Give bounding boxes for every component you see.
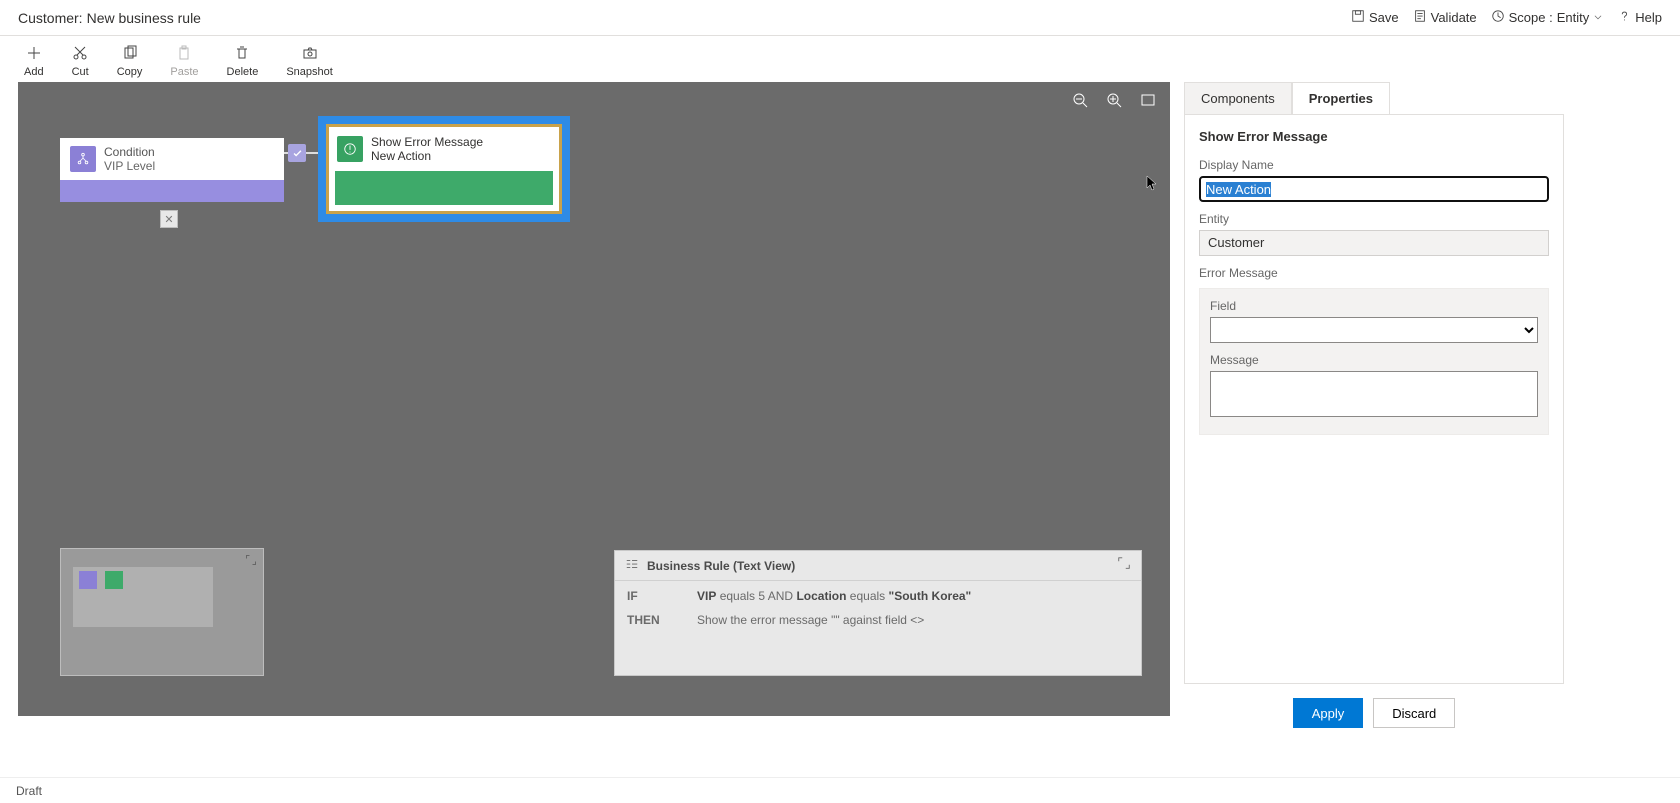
display-name-label: Display Name [1199,158,1549,172]
minimap-expand-button[interactable] [245,553,257,571]
minimap-action-node [105,571,123,589]
tab-properties[interactable]: Properties [1292,82,1390,114]
field-label: Field [1210,299,1538,313]
text-view-icon [625,557,639,574]
chevron-down-icon [1593,10,1603,25]
condition-icon [70,146,96,172]
scissors-icon [72,45,88,64]
right-panel: Components Properties Show Error Message… [1184,80,1564,777]
snapshot-button[interactable]: Snapshot [286,45,332,78]
title-prefix: Customer: [18,10,83,26]
help-label: Help [1635,10,1662,25]
toolbar: Add Cut Copy Paste Delete Snapshot [0,36,1680,80]
condition-title: Condition [104,145,155,159]
condition-false-branch-button[interactable]: ✕ [160,210,178,228]
text-view-title: Business Rule (Text View) [647,559,795,573]
header-bar: Customer: New business rule Save Validat… [0,0,1680,36]
then-action-text: Show the error message "" against field … [697,613,924,627]
then-keyword: THEN [627,613,667,627]
apply-button[interactable]: Apply [1293,698,1364,728]
add-button[interactable]: Add [24,45,44,78]
validate-label: Validate [1431,10,1477,25]
mouse-cursor-icon [1146,175,1158,196]
condition-node[interactable]: Condition VIP Level ✕ [60,138,284,202]
message-label: Message [1210,353,1538,367]
header-actions: Save Validate Scope : Entity Help [1351,9,1662,26]
paste-label: Paste [170,66,198,78]
add-label: Add [24,66,44,78]
scope-dropdown[interactable]: Scope : Entity [1491,9,1604,26]
status-text: Draft [16,784,42,798]
validate-icon [1413,9,1427,26]
condition-footer [60,180,284,202]
discard-button[interactable]: Discard [1373,698,1455,728]
copy-button[interactable]: Copy [117,45,143,78]
zoom-out-button[interactable] [1072,92,1088,113]
if-keyword: IF [627,589,667,603]
canvas[interactable]: Condition VIP Level ✕ Show Error Message… [18,82,1170,716]
page-title[interactable]: Customer: New business rule [18,10,205,26]
text-view-panel: Business Rule (Text View) IF VIP equals … [614,550,1142,676]
plus-icon [26,45,42,64]
copy-label: Copy [117,66,143,78]
error-message-section: Field Message [1199,288,1549,435]
text-view-expand-button[interactable] [1117,556,1131,575]
camera-icon [302,45,318,64]
workspace: Condition VIP Level ✕ Show Error Message… [0,80,1680,777]
validate-button[interactable]: Validate [1413,9,1477,26]
cut-button[interactable]: Cut [72,45,89,78]
properties-heading: Show Error Message [1199,129,1549,144]
entity-value: Customer [1199,230,1549,256]
minimap-condition-node [79,571,97,589]
trash-icon [234,45,250,64]
action-subtitle: New Action [371,149,483,163]
tab-components[interactable]: Components [1184,82,1292,114]
action-title: Show Error Message [371,135,483,149]
scope-label: Scope : [1509,10,1553,25]
copy-icon [122,45,138,64]
save-button[interactable]: Save [1351,9,1399,26]
display-name-input[interactable] [1199,176,1549,202]
cut-label: Cut [72,66,89,78]
status-bar: Draft [0,777,1680,803]
error-action-icon [337,136,363,162]
save-label: Save [1369,10,1399,25]
paste-button[interactable]: Paste [170,45,198,78]
delete-label: Delete [227,66,259,78]
panel-actions: Apply Discard [1184,698,1564,728]
message-textarea[interactable] [1210,371,1538,417]
title-name: New business rule [87,10,201,26]
error-message-label: Error Message [1199,266,1549,280]
canvas-controls [1072,92,1156,113]
field-dropdown[interactable] [1210,317,1538,343]
action-footer [335,171,553,205]
scope-icon [1491,9,1505,26]
action-node[interactable]: Show Error Message New Action [318,116,570,222]
condition-subtitle: VIP Level [104,159,155,173]
delete-button[interactable]: Delete [227,45,259,78]
paste-icon [176,45,192,64]
zoom-in-button[interactable] [1106,92,1122,113]
help-icon [1617,9,1631,26]
fit-screen-button[interactable] [1140,92,1156,113]
minimap[interactable] [60,548,264,676]
connector-true-badge [288,144,306,162]
if-condition-text: VIP equals 5 AND Location equals "South … [697,589,971,603]
panel-tabs: Components Properties [1184,82,1564,114]
snapshot-label: Snapshot [286,66,332,78]
entity-label: Entity [1199,212,1549,226]
scope-value: Entity [1557,10,1590,25]
help-button[interactable]: Help [1617,9,1662,26]
save-icon [1351,9,1365,26]
